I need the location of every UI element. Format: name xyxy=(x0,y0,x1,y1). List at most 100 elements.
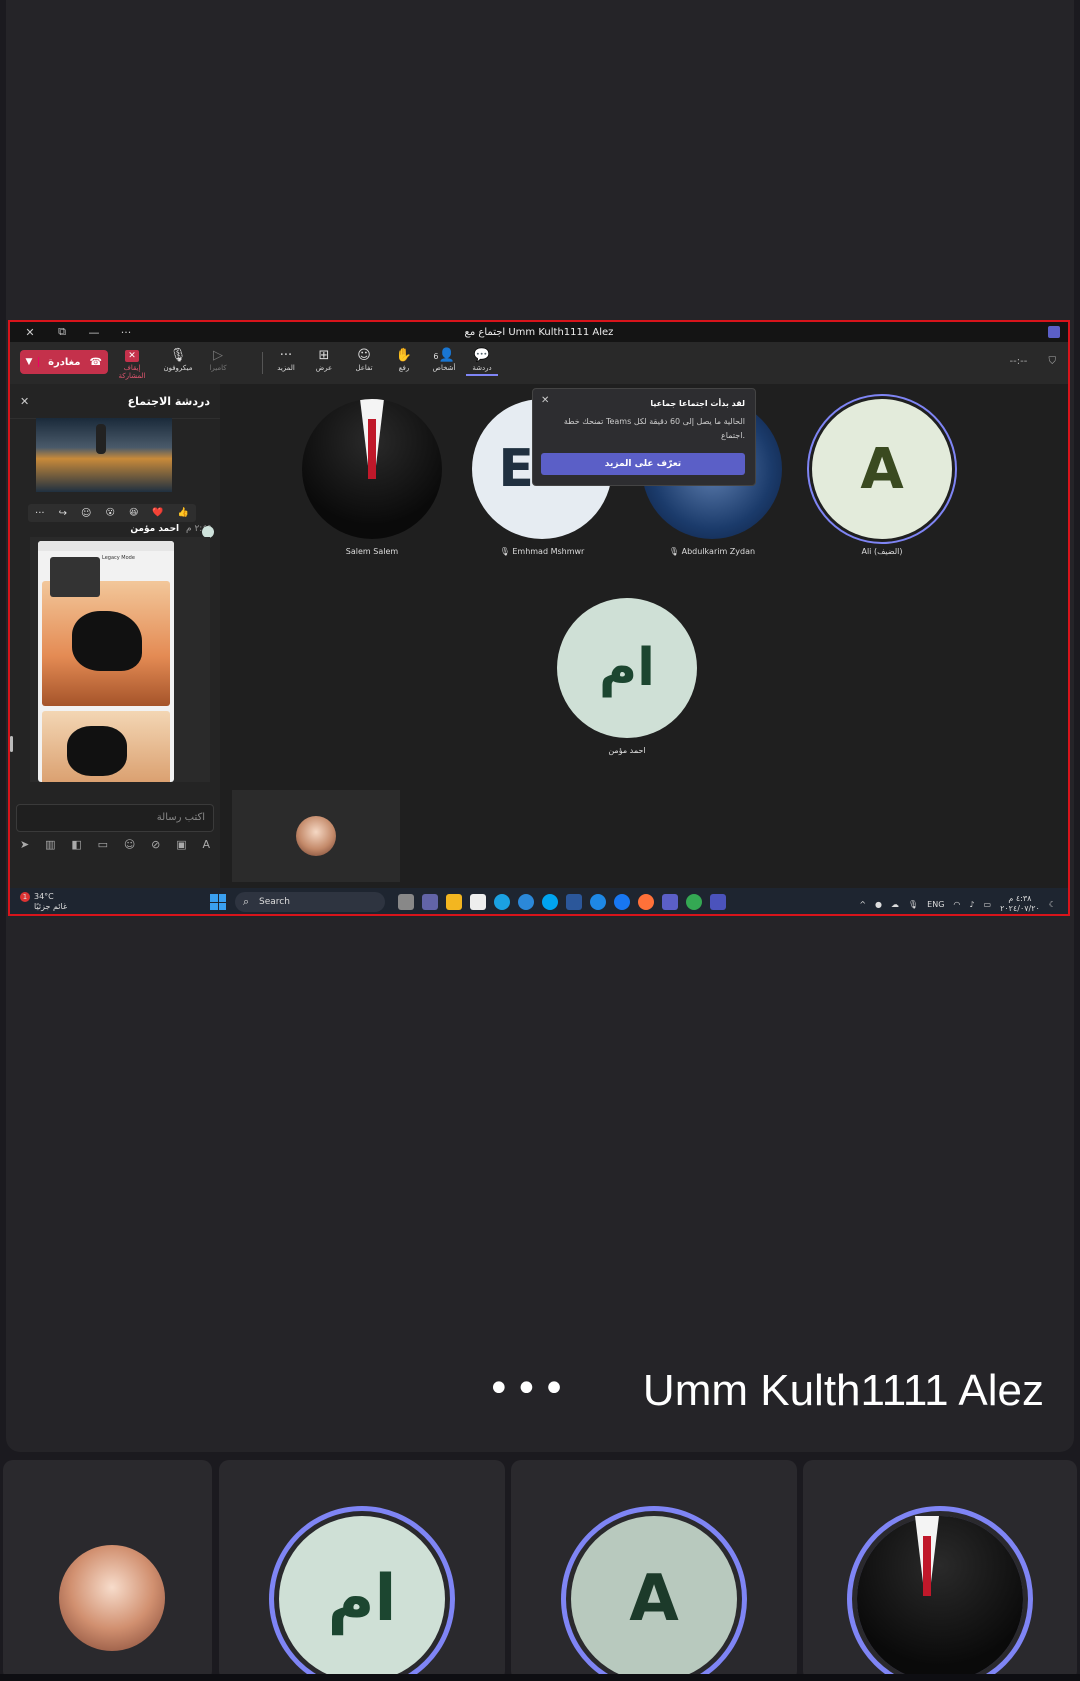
legacy-mode-label: Legacy Mode xyxy=(102,555,135,561)
emoji-icon[interactable]: ☺ xyxy=(124,838,135,851)
attach-icon[interactable]: ⊘ xyxy=(151,838,160,851)
shield-icon: ⛉ xyxy=(1048,356,1057,367)
shared-image-phone[interactable]: Legacy Mode xyxy=(30,537,210,782)
teams-chat-icon[interactable] xyxy=(422,894,438,910)
reaction-like[interactable]: 👍 xyxy=(178,508,189,518)
more-options-icon[interactable]: ··· xyxy=(35,508,45,519)
popup-body: تمنحك خطة Teams الحالية ما يصل إلى 60 دق… xyxy=(563,417,745,440)
view-button[interactable]: ⊞ عرض xyxy=(306,348,342,372)
cloud-icon[interactable]: ☁ xyxy=(891,900,899,909)
reaction-laugh[interactable]: 😆 xyxy=(129,508,138,518)
close-chat-icon[interactable]: ✕ xyxy=(20,395,29,408)
horse-image-2 xyxy=(42,711,170,782)
circle-app-icon[interactable] xyxy=(542,894,558,910)
people-button[interactable]: 6👤 أشخاص xyxy=(426,348,462,372)
windows-start-icon[interactable] xyxy=(210,894,226,910)
hand-icon: ✋ xyxy=(395,348,413,363)
mic-button[interactable]: 🎙 ميكروفون xyxy=(160,348,196,372)
stop-sharing-label: إيقاف المشاركة xyxy=(118,364,146,380)
firefox-icon[interactable] xyxy=(638,894,654,910)
volume-icon[interactable]: ♪ xyxy=(969,900,974,909)
more-options-button[interactable]: ••• xyxy=(487,1366,570,1412)
battery-icon[interactable]: ▭ xyxy=(984,900,992,909)
react-button[interactable]: ☺ تفاعل xyxy=(346,348,382,372)
language-indicator[interactable]: ENG xyxy=(927,900,944,909)
store-icon[interactable] xyxy=(470,894,486,910)
poll-icon[interactable]: ▥ xyxy=(45,838,55,851)
send-icon[interactable]: ➤ xyxy=(20,838,29,851)
image-icon[interactable]: ▣ xyxy=(176,838,186,851)
raise-hand-label: رفع xyxy=(398,364,410,372)
learn-more-button[interactable]: تعرّف على المزيد xyxy=(541,453,745,475)
chrome-icon[interactable] xyxy=(686,894,702,910)
edge-icon[interactable] xyxy=(494,894,510,910)
camera-button[interactable]: ▷ كاميرا xyxy=(200,348,236,372)
reaction-bar: ··· ↪ ☺ 😮 😆 ❤️ 👍 xyxy=(28,504,196,522)
taskbar-apps xyxy=(398,894,726,910)
phone-hangup-icon: ☎ xyxy=(89,356,102,368)
task-view-icon[interactable] xyxy=(398,894,414,910)
stop-share-icon: ✕ xyxy=(125,350,139,362)
popup-title: لقد بدأت اجتماعا جماعيا xyxy=(650,399,745,408)
grid-icon: ⊞ xyxy=(318,348,330,363)
message-input[interactable]: اكتب رسالة xyxy=(16,804,214,832)
meeting-timer: --:-- ⛉ xyxy=(1010,356,1057,367)
window-title: اجتماع مع Umm Kulth1111 Alez xyxy=(464,326,614,338)
participant-avatar: ام xyxy=(557,598,697,738)
phone-screenshot: Legacy Mode xyxy=(38,541,174,782)
add-reaction-icon[interactable]: ☺ xyxy=(81,508,91,519)
gif-icon[interactable]: ▭ xyxy=(98,838,108,851)
strip-tile[interactable] xyxy=(803,1460,1077,1681)
shared-image-sea[interactable] xyxy=(36,418,172,492)
more-button[interactable]: ··· المزيد xyxy=(268,348,304,372)
chat-scrollbar[interactable] xyxy=(10,736,13,752)
participant-tile[interactable]: A Ali (الضيف) xyxy=(812,399,952,556)
c-app-icon[interactable] xyxy=(590,894,606,910)
view-label: عرض xyxy=(315,364,333,372)
browser-icon[interactable] xyxy=(518,894,534,910)
teams-icon[interactable] xyxy=(662,894,678,910)
participant-name: Abdulkarim Zydan xyxy=(681,547,756,556)
file-explorer-icon[interactable] xyxy=(446,894,462,910)
toolbar-divider xyxy=(262,352,263,374)
ellipsis-icon: ··· xyxy=(279,348,293,363)
strip-avatar xyxy=(59,1545,165,1651)
participant-name: Ali (الضيف) xyxy=(861,547,903,556)
reaction-wow[interactable]: 😮 xyxy=(106,508,115,518)
participant-tile[interactable]: ام احمد مؤمن xyxy=(557,598,697,755)
leave-button[interactable]: ▼ مغادرة ☎ xyxy=(20,350,108,374)
compose-toolbar: ➤ ▥ ◧ ▭ ☺ ⊘ ▣ A xyxy=(20,838,210,851)
window-titlebar: ✕ ⧉ — ··· اجتماع مع Umm Kulth1111 Alez xyxy=(10,322,1068,342)
facebook-icon[interactable] xyxy=(614,894,630,910)
app-tray-icon[interactable]: ● xyxy=(875,900,882,909)
taskbar-search[interactable]: Search xyxy=(235,892,385,912)
raise-hand-button[interactable]: ✋ رفع xyxy=(386,348,422,372)
word-icon[interactable] xyxy=(566,894,582,910)
mic-label: ميكروفون xyxy=(163,364,193,372)
chat-title: دردشة الاجتماع xyxy=(127,394,210,408)
phone-status-bar xyxy=(38,541,174,551)
strip-tile[interactable]: A xyxy=(511,1460,797,1681)
moon-icon[interactable]: ☾ xyxy=(1049,900,1056,909)
meeting-started-popup: ✕ لقد بدأت اجتماعا جماعيا تمنحك خطة Team… xyxy=(532,388,756,486)
chevron-up-icon[interactable]: ^ xyxy=(859,900,866,909)
strip-tile-self[interactable] xyxy=(3,1460,212,1681)
reply-icon[interactable]: ↪ xyxy=(59,508,67,519)
clock[interactable]: ٤:٣٨ م ٢٠٢٤/٠٧/٢٠ xyxy=(1000,894,1040,914)
chevron-down-icon[interactable]: ▼ xyxy=(20,357,39,367)
self-view[interactable] xyxy=(232,790,400,882)
sticker-icon[interactable]: ◧ xyxy=(71,838,81,851)
participant-name: Salem Salem xyxy=(345,547,399,556)
chat-pane: ✕ دردشة الاجتماع ··· ↪ ☺ 😮 😆 ❤️ 👍 ٢:٤٩ م… xyxy=(10,384,221,894)
wifi-icon[interactable]: ◠ xyxy=(953,900,960,909)
strip-tile[interactable]: ام xyxy=(219,1460,505,1681)
close-popup-icon[interactable]: ✕ xyxy=(541,395,549,406)
teams-work-icon[interactable] xyxy=(710,894,726,910)
reaction-heart[interactable]: ❤️ xyxy=(152,508,163,518)
microphone-tray-icon[interactable]: 🎙 xyxy=(908,900,918,909)
weather-widget[interactable]: 1 34°C غائم جزئيًا xyxy=(20,892,67,912)
format-icon[interactable]: A xyxy=(202,838,210,851)
participant-tile[interactable]: Salem Salem xyxy=(302,399,442,556)
stop-sharing-button[interactable]: ✕ إيقاف المشاركة xyxy=(114,348,150,380)
chat-button[interactable]: 💬 دردشة xyxy=(464,348,500,376)
